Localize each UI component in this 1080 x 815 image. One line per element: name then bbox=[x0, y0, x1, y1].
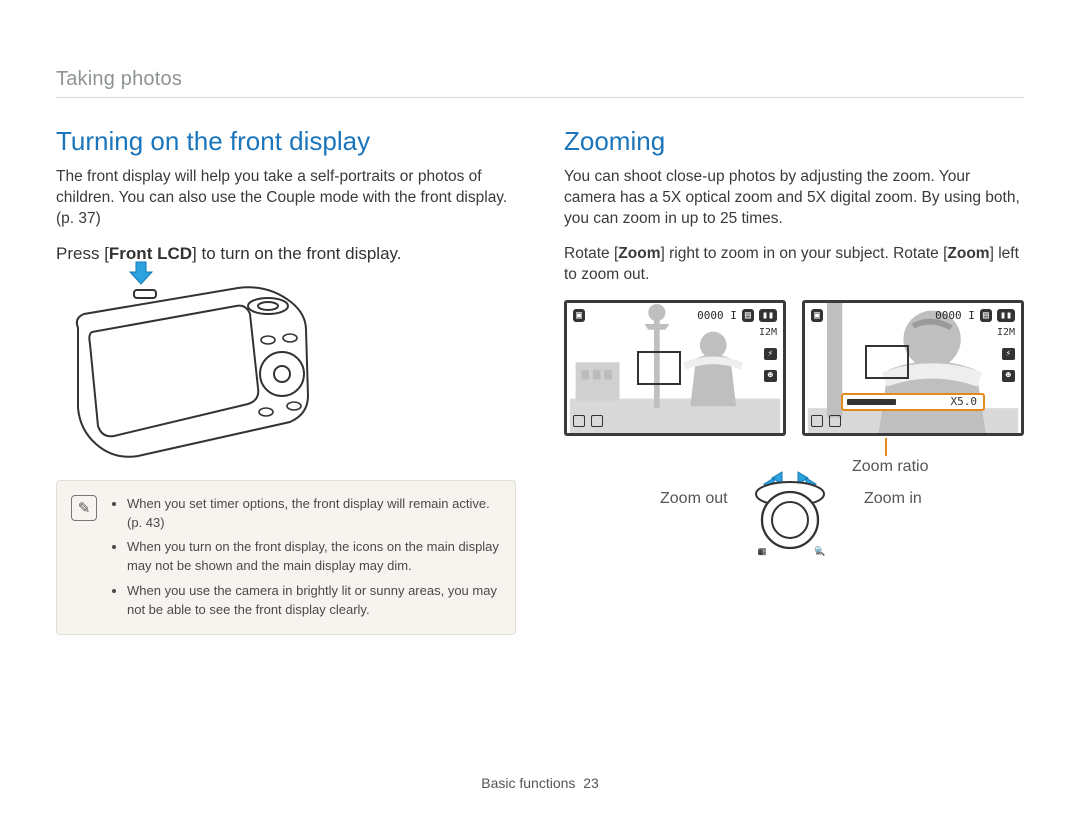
hud-top: ▣ 0000 I ▤ ▮▮ bbox=[811, 309, 1015, 322]
svg-text:🔍: 🔍 bbox=[814, 545, 825, 556]
label-zoom-ratio: Zoom ratio bbox=[852, 458, 928, 476]
storage-icon: ▤ bbox=[980, 309, 992, 322]
hud-left bbox=[573, 415, 603, 427]
hud-tile-icon bbox=[591, 415, 603, 427]
screen-zoomed: ▣ 0000 I ▤ ▮▮ I2M ⚡ ☻ bbox=[802, 300, 1024, 436]
arrow-down-icon bbox=[128, 260, 154, 291]
footer-page: 23 bbox=[583, 775, 599, 791]
intro-front-display: The front display will help you take a s… bbox=[56, 167, 516, 230]
face-icon: ☻ bbox=[764, 370, 777, 382]
hud-top: ▣ 0000 I ▤ ▮▮ bbox=[573, 309, 777, 322]
note-box: ✎ When you set timer options, the front … bbox=[56, 480, 516, 635]
page-footer: Basic functions 23 bbox=[0, 775, 1080, 791]
flash-icon: ⚡ bbox=[1002, 348, 1015, 360]
instruction-zoom: Rotate [Zoom] right to zoom in on your s… bbox=[564, 244, 1024, 286]
flash-icon: ⚡ bbox=[764, 348, 777, 360]
zoom-indicator: X5.0 bbox=[841, 393, 985, 411]
face-icon: ☻ bbox=[1002, 370, 1015, 382]
label-zoom-in: Zoom in bbox=[864, 490, 922, 508]
instruction-pre: Press bbox=[56, 244, 104, 263]
hud-tile-icon bbox=[573, 415, 585, 427]
hud-tile-icon bbox=[811, 415, 823, 427]
footer-section: Basic functions bbox=[481, 775, 575, 791]
hud-tile-icon bbox=[829, 415, 841, 427]
screen-pair: ▣ 0000 I ▤ ▮▮ I2M ⚡ ☻ bbox=[564, 300, 1024, 436]
heading-zooming: Zooming bbox=[564, 126, 1024, 157]
hud-left bbox=[811, 415, 841, 427]
camera-mode-icon: ▣ bbox=[573, 309, 585, 322]
focus-box bbox=[637, 351, 681, 385]
hud-resolution: I2M bbox=[997, 327, 1015, 338]
svg-text:▦: ▦ bbox=[758, 546, 767, 556]
instruction-post: to turn on the front display. bbox=[197, 244, 402, 263]
camera-svg bbox=[58, 278, 318, 458]
hud-counter: 0000 I bbox=[697, 309, 737, 322]
intro-zooming: You can shoot close-up photos by adjusti… bbox=[564, 167, 1024, 230]
instruction-front-lcd: Press [Front LCD] to turn on the front d… bbox=[56, 244, 516, 264]
zoom-value: X5.0 bbox=[951, 395, 978, 408]
camera-illustration bbox=[58, 278, 318, 458]
label-zoom-out: Zoom out bbox=[660, 490, 728, 508]
hud-resolution: I2M bbox=[759, 327, 777, 338]
camera-mode-icon: ▣ bbox=[811, 309, 823, 322]
col-zooming: Zooming You can shoot close-up photos by… bbox=[564, 126, 1024, 635]
note-icon: ✎ bbox=[71, 495, 97, 521]
note-item: When you set timer options, the front di… bbox=[127, 495, 501, 533]
hud-counter: 0000 I bbox=[935, 309, 975, 322]
focus-box bbox=[865, 345, 909, 379]
zoom-dial-figure: Zoom ratio Zoom out Zoom in bbox=[564, 440, 1024, 550]
zoom-dial-icon: ▦ ▣ ▦ 🔍 bbox=[748, 472, 832, 556]
hud-right: I2M ⚡ ☻ bbox=[997, 327, 1015, 382]
screen-wide: ▣ 0000 I ▤ ▮▮ I2M ⚡ ☻ bbox=[564, 300, 786, 436]
breadcrumb: Taking photos bbox=[56, 68, 1024, 98]
hud-right: I2M ⚡ ☻ bbox=[759, 327, 777, 382]
heading-front-display: Turning on the front display bbox=[56, 126, 516, 157]
battery-icon: ▮▮ bbox=[997, 309, 1015, 322]
leader-line bbox=[876, 438, 896, 460]
storage-icon: ▤ bbox=[742, 309, 754, 322]
col-front-display: Turning on the front display The front d… bbox=[56, 126, 516, 635]
note-item: When you use the camera in brightly lit … bbox=[127, 582, 501, 620]
note-item: When you turn on the front display, the … bbox=[127, 538, 501, 576]
battery-icon: ▮▮ bbox=[759, 309, 777, 322]
